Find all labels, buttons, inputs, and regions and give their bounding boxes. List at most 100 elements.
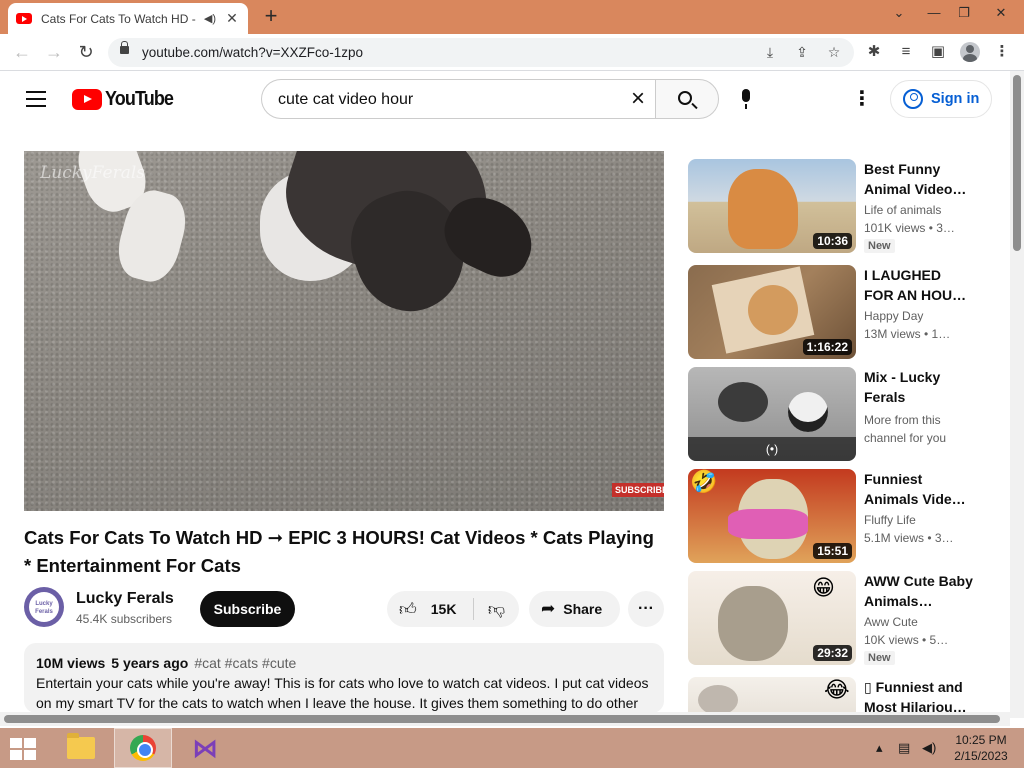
lock-icon[interactable]	[120, 41, 129, 54]
system-clock[interactable]: 10:25 PM 2/15/2023	[950, 732, 1012, 764]
reload-icon[interactable]: ↻	[74, 40, 98, 64]
chrome-taskbar-icon[interactable]	[114, 728, 172, 768]
media-control-icon[interactable]: ≡	[896, 42, 916, 62]
duration-badge: 15:51	[813, 543, 852, 559]
subscribe-overlay-badge[interactable]: SUBSCRIBE	[612, 483, 664, 497]
browser-tab[interactable]: Cats For Cats To Watch HD - ◀) ✕	[8, 3, 248, 34]
tray-overflow-icon[interactable]: ▴	[876, 740, 883, 756]
youtube-header: YouTube × ⋮ Sign in	[0, 71, 1010, 127]
mix-radio-icon: (•)	[688, 437, 856, 461]
windows-start-icon[interactable]	[10, 738, 38, 760]
sign-in-button[interactable]: Sign in	[890, 80, 992, 118]
clear-search-icon[interactable]: ×	[626, 87, 650, 111]
share-label: Share	[563, 601, 603, 617]
channel-avatar-text: Lucky Ferals	[29, 592, 59, 622]
horizontal-scroll-thumb[interactable]	[4, 715, 1000, 723]
side-panel-icon[interactable]: ▣	[928, 42, 948, 62]
rec-title[interactable]: I LAUGHED FOR AN HOUR🙀…	[864, 265, 974, 305]
vertical-scrollbar[interactable]	[1010, 71, 1024, 718]
video-title: Cats For Cats To Watch HD ➞ EPIC 3 HOURS…	[24, 527, 654, 576]
video-thumbnail[interactable]: 😂	[688, 677, 856, 712]
back-arrow-icon[interactable]: ←	[10, 40, 34, 64]
tab-search-chevron-icon[interactable]: ⌄	[888, 0, 910, 26]
rec-title[interactable]: ▯ Funniest and Most Hilariou…	[864, 677, 974, 712]
rec-channel[interactable]: Fluffy Life	[864, 513, 916, 527]
thumbs-up-icon: 👍︎	[399, 599, 417, 619]
recommendation-item[interactable]: 1:16:22 I LAUGHED FOR AN HOUR🙀… Happy Da…	[688, 265, 988, 361]
duration-badge: 10:36	[813, 233, 852, 249]
search-input[interactable]	[278, 89, 618, 111]
tab-title: Cats For Cats To Watch HD -	[41, 11, 196, 26]
channel-name[interactable]: Lucky Ferals	[76, 590, 174, 608]
file-explorer-icon[interactable]	[52, 728, 110, 768]
windows-taskbar: ⋈ ▴ ▤ ◀) 10:25 PM 2/15/2023	[0, 728, 1024, 768]
more-actions-button[interactable]: ···	[628, 591, 664, 627]
install-icon[interactable]: ⤓	[760, 42, 780, 62]
search-button[interactable]	[655, 79, 719, 119]
description-box[interactable]: 10M views 5 years ago #cat #cats #cute Ent…	[24, 643, 664, 713]
like-button[interactable]: 👍︎ 15K	[387, 591, 471, 627]
close-window-button[interactable]: ✕	[978, 0, 1024, 26]
rec-title[interactable]: Funniest Animals Vide…	[864, 469, 974, 509]
like-count: 15K	[430, 601, 457, 617]
hashtags[interactable]: #cat #cats #cute	[194, 655, 296, 671]
account-circle-icon	[903, 89, 923, 109]
vertical-scroll-thumb[interactable]	[1013, 75, 1021, 251]
sign-in-label: Sign in	[931, 91, 980, 107]
recommendation-item[interactable]: 10:36 Best Funny Animal Video… Life of a…	[688, 159, 988, 255]
youtube-logo[interactable]: YouTube	[72, 88, 181, 110]
recommendation-item[interactable]: 🤣 15:51 Funniest Animals Vide… Fluffy Li…	[688, 469, 988, 565]
rec-channel[interactable]: Life of animals	[864, 203, 941, 217]
microphone-icon[interactable]	[736, 89, 756, 111]
rec-views: 5.1M views • 3…	[864, 531, 954, 545]
video-thumbnail[interactable]: 😁 29:32	[688, 571, 856, 665]
chrome-menu-icon[interactable]: ⋮	[992, 42, 1012, 62]
bookmark-star-icon[interactable]: ☆	[824, 42, 844, 62]
extensions-puzzle-icon[interactable]: ✱	[864, 42, 884, 62]
clock-time: 10:25 PM	[955, 733, 1007, 747]
rec-channel[interactable]: Happy Day	[864, 309, 923, 323]
close-tab-icon[interactable]: ✕	[224, 10, 240, 27]
laughing-emoji-icon: 😂	[824, 677, 850, 702]
share-button[interactable]: ➦ Share	[529, 591, 620, 627]
video-thumbnail[interactable]: (•)	[688, 367, 856, 461]
menu-hamburger-icon[interactable]	[26, 91, 46, 107]
speaker-icon[interactable]: ◀)	[204, 12, 216, 25]
video-thumbnail[interactable]: 🤣 15:51	[688, 469, 856, 563]
browser-tab-strip: Cats For Cats To Watch HD - ◀) ✕ + ⌄ — ❐…	[0, 0, 1024, 34]
rec-title[interactable]: Best Funny Animal Video…	[864, 159, 974, 199]
new-badge: New	[864, 239, 895, 253]
grinning-emoji-icon: 😁	[812, 575, 835, 600]
rec-title[interactable]: AWW Cute Baby Animals…	[864, 571, 974, 611]
search-icon	[678, 91, 692, 105]
volume-icon[interactable]: ◀)	[922, 740, 936, 756]
minimize-button[interactable]: —	[922, 0, 946, 26]
network-icon[interactable]: ▤	[898, 740, 910, 756]
recommendation-item[interactable]: 😂 ▯ Funniest and Most Hilariou…	[688, 677, 988, 712]
settings-more-icon[interactable]: ⋮	[852, 87, 872, 111]
recommendation-item[interactable]: (•) Mix - Lucky Ferals More from this ch…	[688, 367, 988, 463]
rec-views: 101K views • 3…	[864, 221, 955, 235]
url-text[interactable]: youtube.com/watch?v=XXZFco-1zpo	[142, 45, 363, 60]
new-tab-button[interactable]: +	[260, 5, 282, 27]
dislike-button[interactable]: 👎︎	[474, 591, 519, 627]
rec-channel[interactable]: Aww Cute	[864, 615, 918, 629]
subscribe-button[interactable]: Subscribe	[200, 591, 295, 627]
profile-avatar-icon[interactable]	[960, 42, 980, 62]
thumbs-down-icon: 👎︎	[487, 599, 506, 619]
description-text: Entertain your cats while you're away! T…	[36, 675, 649, 711]
forward-arrow-icon[interactable]: →	[42, 40, 66, 64]
new-badge: New	[864, 651, 895, 665]
horizontal-scrollbar[interactable]	[0, 712, 1010, 726]
restore-button[interactable]: ❐	[952, 0, 976, 26]
address-bar[interactable]: youtube.com/watch?v=XXZFco-1zpo ⤓ ⇪ ☆	[108, 38, 854, 67]
duration-badge: 29:32	[813, 645, 852, 661]
channel-avatar[interactable]: Lucky Ferals	[24, 587, 64, 627]
recommendation-item[interactable]: 😁 29:32 AWW Cute Baby Animals… Aww Cute …	[688, 571, 988, 667]
video-player[interactable]: LuckyFerals SUBSCRIBE	[24, 151, 664, 511]
video-thumbnail[interactable]: 1:16:22	[688, 265, 856, 359]
visual-studio-icon[interactable]: ⋈	[176, 728, 234, 768]
video-thumbnail[interactable]: 10:36	[688, 159, 856, 253]
rec-title[interactable]: Mix - Lucky Ferals	[864, 367, 974, 407]
share-page-icon[interactable]: ⇪	[792, 42, 812, 62]
